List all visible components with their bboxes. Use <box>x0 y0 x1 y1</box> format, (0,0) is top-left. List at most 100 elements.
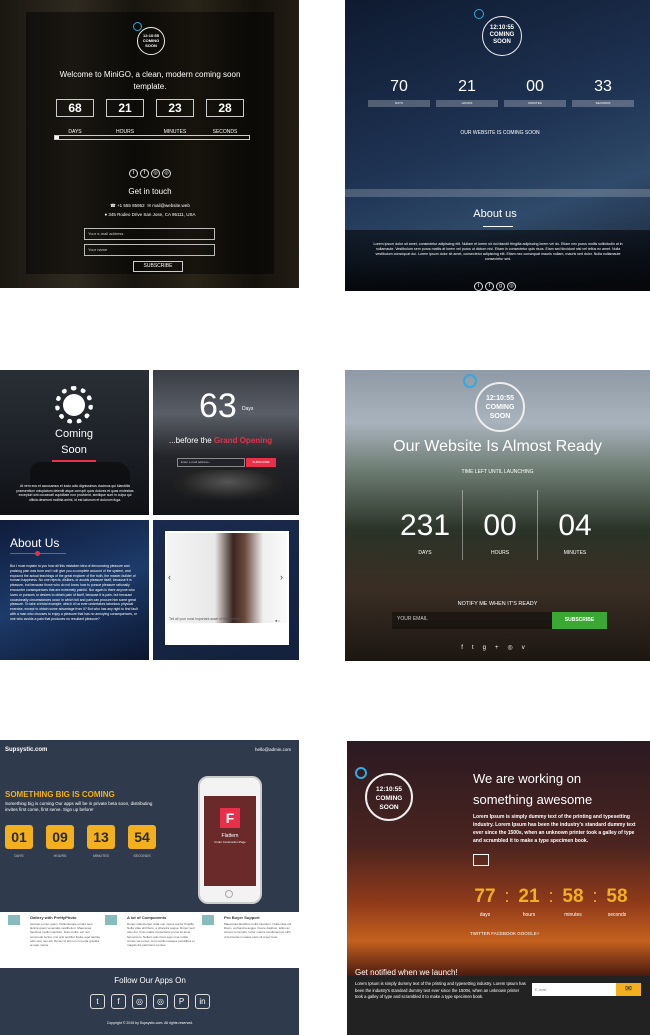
copyright: Copyright © 2015 by Supsystic.com. All r… <box>106 1021 194 1025</box>
count-item: 58 minutes <box>555 886 591 918</box>
phone-subtitle: Under Construction Page <box>214 840 246 844</box>
tile-star-trails: 12:10:55 COMING SOON 70 DAYS 21 HOURS 00 MINUTE… <box>345 0 650 291</box>
count-label: MINUTES <box>93 854 109 858</box>
feature-icon <box>105 915 117 925</box>
tile-grand-opening: 63 Days ...before the Grand Opening Ente… <box>153 370 299 515</box>
social-icon[interactable]: f <box>485 282 494 291</box>
road-image <box>173 470 283 500</box>
slide-dots[interactable]: ●○ <box>275 618 280 623</box>
count-item: 33 SECONDS <box>569 78 637 107</box>
react-icon <box>463 374 477 388</box>
social-icon[interactable]: ◎ <box>132 994 147 1009</box>
notified-body: Lorem Ipsum is simply dummy text of the … <box>355 981 526 999</box>
react-icon <box>355 767 367 779</box>
social-icon[interactable]: g <box>496 282 505 291</box>
count-item: 13 MINUTES <box>87 825 115 858</box>
tile-minigo: 12:10:55 COMING SOON Welcome to MiniGO, a … <box>0 0 299 288</box>
count-value: 54 <box>128 825 156 849</box>
envelope-icon[interactable] <box>473 854 489 866</box>
count-item: 58 seconds <box>599 886 635 918</box>
count-value: 04 <box>558 509 592 542</box>
gear-icon-inner <box>63 394 85 416</box>
count-label: HOURS <box>53 854 67 858</box>
contact-line: ☎ +1 555 85952 ✉ mail@website.web <box>110 203 190 208</box>
count-item: 01 DAYS <box>5 825 33 858</box>
get-in-touch: Get in touch <box>128 187 172 196</box>
about-body: But I must explain to you how all this m… <box>10 564 138 621</box>
email-input[interactable]: E-mail <box>532 983 616 996</box>
social-icon[interactable]: ◎ <box>507 645 521 651</box>
social-icon[interactable]: t <box>474 282 483 291</box>
social-icon[interactable]: in <box>195 994 210 1009</box>
tile-supsystic: Supsystic.com hello@admin.com SOMETHING … <box>0 740 299 1035</box>
react-icon <box>474 9 484 19</box>
count-value: 00 <box>483 509 517 542</box>
name-input[interactable]: Your name <box>84 244 215 256</box>
phone-title: Flattern <box>221 833 239 839</box>
logo-clock: 12:10:55 COMING SOON <box>137 27 165 55</box>
social-icon[interactable]: g+ <box>483 645 508 651</box>
tile-desert: 12:10:55 COMING SOON We are working on som… <box>347 741 650 1035</box>
brand[interactable]: Supsystic.com <box>5 747 47 753</box>
count-label: minutes <box>564 912 582 918</box>
count-item: 21 hours <box>511 886 547 918</box>
underline-dot <box>35 551 40 556</box>
address-line: ● 345 Rodeo Drive San Jose, CA 95111, US… <box>104 212 196 217</box>
count-values: 68 21 23 28 <box>48 99 252 117</box>
count-label: DAYS <box>14 854 24 858</box>
count-label: SECONDS <box>133 854 151 858</box>
count-label: DAYS <box>368 100 430 107</box>
count-value: 13 <box>87 825 115 849</box>
count-colon: : <box>504 886 510 906</box>
subscribe-button[interactable]: SUBSCRIBE <box>133 261 183 272</box>
social-icon[interactable]: t <box>472 645 483 651</box>
count-item: 70 DAYS <box>365 78 433 107</box>
slide-photo <box>167 533 287 623</box>
phone-icon: ☎ <box>110 203 118 208</box>
social-icon[interactable]: ◎ <box>153 994 168 1009</box>
count-label: HOURS <box>490 550 510 556</box>
follow-title: Follow Our Apps On <box>114 976 186 985</box>
social-icon[interactable]: f <box>461 645 472 651</box>
social-icon[interactable]: ◎ <box>151 169 160 178</box>
social-icon[interactable]: f <box>140 169 149 178</box>
social-icon[interactable]: v <box>522 645 534 651</box>
subheadline: Something big is coming Our apps will be… <box>5 801 153 812</box>
features-panel: Gallery with PrettyPhoto Aenean eu leo qu… <box>0 912 299 968</box>
count-box: 21 <box>106 99 144 117</box>
subscribe-button[interactable]: SUBSCRIBE <box>552 612 607 629</box>
social-icon[interactable]: ◎ <box>507 282 516 291</box>
prev-arrow-icon[interactable]: ‹ <box>168 572 171 582</box>
email-input[interactable]: YOUR EMAIL <box>392 612 552 629</box>
count-value: 33 <box>594 78 612 95</box>
social-row: t f ◎ ◎ <box>100 161 200 179</box>
count-item: 231 DAYS <box>390 510 460 557</box>
social-icon[interactable]: ◎ <box>162 169 171 178</box>
subscribe-button[interactable]: SUBSCRIBE <box>246 458 276 467</box>
about-divider <box>483 226 513 227</box>
body-text: At vero eos et accusamus et iusto odio d… <box>16 484 134 502</box>
countdown: 68 21 23 28 DAYS HOURS MINUTES SECONDS <box>48 99 252 138</box>
feature-item: Gallery with PrettyPhoto Aenean eu leo qu… <box>8 915 100 947</box>
email-input[interactable]: Enter e-mail address... <box>177 458 245 467</box>
intro-text: Lorem Ipsum is simply dummy text of the … <box>473 814 636 844</box>
tile-slider: ‹ › Tell all your most important asset o… <box>153 520 299 660</box>
social-icon[interactable]: f <box>111 994 126 1009</box>
social-links[interactable]: TWITTER FACEBOOK GOOGLE+ <box>470 931 539 936</box>
count-value: 70 <box>390 78 408 95</box>
feature-title: Pro Buyer Support <box>224 915 260 920</box>
header-email[interactable]: hello@admin.com <box>255 747 291 752</box>
social-icon[interactable]: t <box>90 994 105 1009</box>
social-icon[interactable]: P <box>174 994 189 1009</box>
slide-caption: Tell all your most important asset of th… <box>169 617 241 621</box>
email-input[interactable]: Your e-mail address <box>84 228 215 240</box>
days-label: Days <box>242 406 254 412</box>
phone-logo: F <box>220 808 240 828</box>
page-title: Our Website Is Almost Ready <box>393 438 602 455</box>
submit-mail-button[interactable]: ✉ <box>616 983 641 996</box>
count-item: 77 days <box>467 886 503 918</box>
feature-body: Aenean eu leo quam. Pellentesque ornare … <box>30 922 100 948</box>
social-row: t f ◎ ◎ Pin <box>60 991 240 1009</box>
next-arrow-icon[interactable]: › <box>280 572 283 582</box>
social-icon[interactable]: t <box>129 169 138 178</box>
